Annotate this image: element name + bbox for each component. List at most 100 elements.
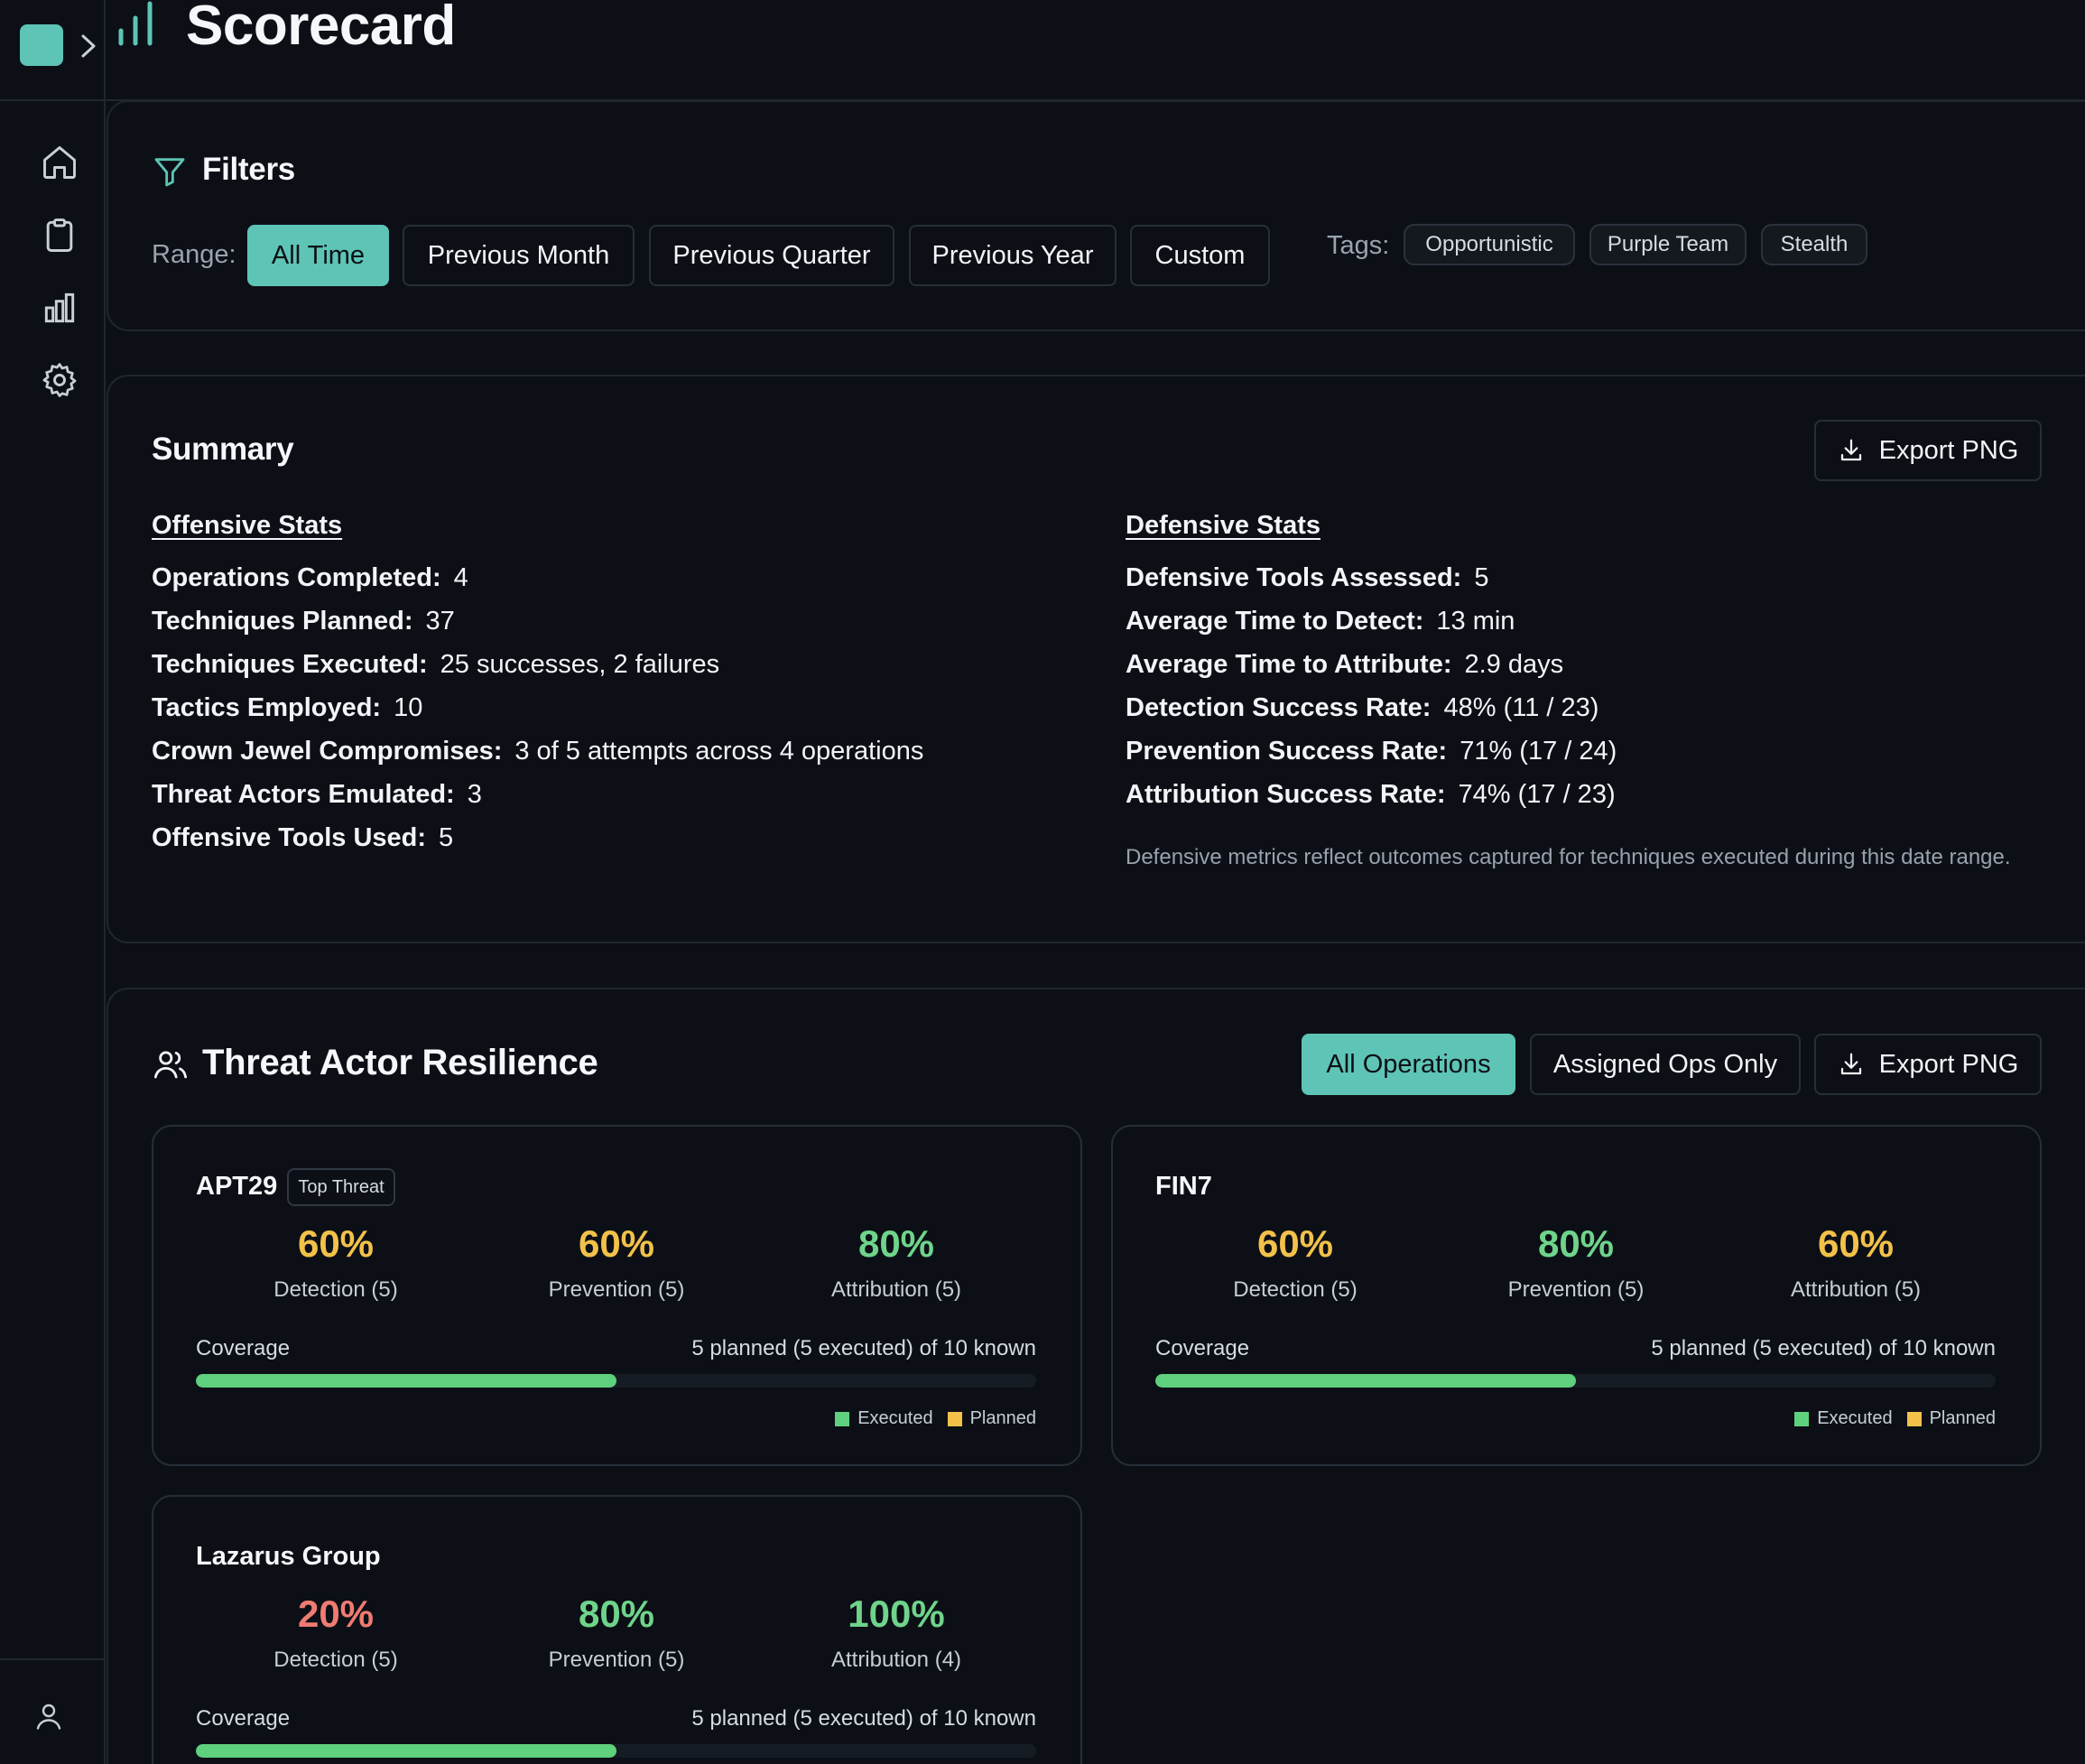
stat-value: 3 of 5 attempts across 4 operations <box>514 737 924 766</box>
filters-title: Filters <box>202 152 295 187</box>
coverage-bar-executed <box>196 1744 616 1758</box>
metric-label: Prevention (5) <box>548 1277 685 1302</box>
metric-value: 60% <box>1256 1222 1334 1265</box>
stat-row: Prevention Success Rate: 71% (17 / 24) <box>1126 733 1617 769</box>
stat-value: 3 <box>467 780 482 809</box>
users-icon <box>153 1051 188 1079</box>
defensive-stats-heading: Defensive Stats <box>1126 511 1320 540</box>
filter-icon <box>154 158 185 187</box>
bar-chart-icon[interactable] <box>40 288 79 328</box>
stat-value: 5 <box>439 823 454 852</box>
legend-executed: Executed <box>1794 1408 1893 1429</box>
stat-label: Techniques Planned: <box>152 607 413 636</box>
coverage-label: Coverage <box>1155 1336 1250 1360</box>
metric-value: 80% <box>1537 1222 1615 1265</box>
range-all-time-button[interactable]: All Time <box>247 225 389 286</box>
tag-purple-team[interactable]: Purple Team <box>1589 224 1747 265</box>
stat-label: Tactics Employed: <box>152 693 382 722</box>
coverage-legend: Executed Planned <box>820 1408 1036 1429</box>
coverage-legend: Executed Planned <box>1780 1408 1996 1429</box>
legend-swatch-executed <box>1794 1411 1810 1426</box>
stat-value: 13 min <box>1436 607 1515 636</box>
stat-row: Detection Success Rate: 48% (11 / 23) <box>1126 690 1598 726</box>
metric-label: Detection (5) <box>273 1648 398 1672</box>
stat-row: Defensive Tools Assessed: 5 <box>1126 560 1488 596</box>
export-label: Export PNG <box>1878 435 2019 465</box>
coverage-bar <box>196 1744 1036 1758</box>
metric-label: Attribution (4) <box>830 1648 962 1672</box>
range-custom-button[interactable]: Custom <box>1130 225 1270 286</box>
download-icon <box>1840 1053 1861 1075</box>
stat-value: 5 <box>1474 563 1489 592</box>
stat-value: 71% (17 / 24) <box>1460 737 1617 766</box>
coverage-bar-executed <box>1155 1374 1576 1388</box>
range-previous-quarter-button[interactable]: Previous Quarter <box>649 225 894 286</box>
resilience-export-png-button[interactable]: Export PNG <box>1814 1034 2042 1095</box>
all-operations-toggle[interactable]: All Operations <box>1302 1034 1515 1095</box>
stat-row: Techniques Planned: 37 <box>152 603 455 639</box>
coverage-bar <box>1155 1374 1996 1388</box>
legend-planned: Planned <box>1906 1408 1996 1429</box>
legend-swatch-executed <box>835 1411 850 1426</box>
stat-label: Defensive Tools Assessed: <box>1126 563 1462 592</box>
coverage-label: Coverage <box>196 1706 291 1731</box>
gear-icon[interactable] <box>40 360 79 400</box>
user-icon[interactable] <box>32 1700 65 1732</box>
range-label: Range: <box>152 240 236 269</box>
clipboard-icon[interactable] <box>40 216 79 255</box>
legend-planned-label: Planned <box>969 1408 1036 1428</box>
download-icon <box>1840 439 1861 461</box>
metric-value: 60% <box>297 1222 375 1265</box>
chevron-right-icon[interactable] <box>78 32 99 60</box>
legend-executed-label: Executed <box>1817 1408 1893 1428</box>
filters-panel <box>107 100 2085 331</box>
metric-value: 100% <box>848 1592 945 1635</box>
stat-value: 48% (11 / 23) <box>1443 693 1599 722</box>
actor-name: Lazarus Group <box>196 1542 381 1571</box>
metric-label: Attribution (5) <box>1790 1277 1922 1302</box>
stat-row: Threat Actors Emulated: 3 <box>152 776 482 812</box>
metric-label: Prevention (5) <box>1507 1277 1645 1302</box>
resilience-title: Threat Actor Resilience <box>202 1043 598 1082</box>
rail-divider <box>0 1658 106 1660</box>
assigned-ops-only-toggle[interactable]: Assigned Ops Only <box>1530 1034 1801 1095</box>
stat-value: 25 successes, 2 failures <box>440 650 720 679</box>
app-logo[interactable] <box>20 24 63 66</box>
coverage-bar <box>196 1374 1036 1388</box>
tag-stealth[interactable]: Stealth <box>1761 224 1867 265</box>
legend-planned: Planned <box>947 1408 1036 1429</box>
stat-row: Offensive Tools Used: 5 <box>152 820 453 856</box>
metric-label: Prevention (5) <box>548 1648 685 1672</box>
stat-label: Average Time to Attribute: <box>1126 650 1452 679</box>
stat-value: 74% (17 / 23) <box>1458 780 1616 809</box>
actor-name: FIN7 <box>1155 1172 1212 1201</box>
stat-row: Tactics Employed: 10 <box>152 690 422 726</box>
home-icon[interactable] <box>40 143 79 182</box>
stat-label: Threat Actors Emulated: <box>152 780 455 809</box>
stat-label: Operations Completed: <box>152 563 441 592</box>
legend-swatch-planned <box>947 1411 962 1426</box>
stat-row: Attribution Success Rate: 74% (17 / 23) <box>1126 776 1616 812</box>
stat-row: Operations Completed: 4 <box>152 560 468 596</box>
top-threat-badge: Top Threat <box>287 1168 395 1206</box>
summary-export-png-button[interactable]: Export PNG <box>1814 420 2042 481</box>
scorecard-chart-icon <box>118 1 153 46</box>
stat-label: Offensive Tools Used: <box>152 823 427 852</box>
stat-value: 4 <box>453 563 468 592</box>
metric-value: 80% <box>857 1222 935 1265</box>
coverage-bar-executed <box>196 1374 616 1388</box>
legend-swatch-planned <box>1906 1411 1922 1426</box>
rail-divider <box>0 99 106 101</box>
coverage-text: 5 planned (5 executed) of 10 known <box>691 1336 1036 1360</box>
metric-value: 60% <box>1817 1222 1895 1265</box>
stat-label: Techniques Executed: <box>152 650 428 679</box>
legend-planned-label: Planned <box>1929 1408 1996 1428</box>
metric-label: Attribution (5) <box>830 1277 962 1302</box>
stat-label: Crown Jewel Compromises: <box>152 737 503 766</box>
range-previous-month-button[interactable]: Previous Month <box>403 225 635 286</box>
metric-value: 80% <box>578 1592 655 1635</box>
range-previous-year-button[interactable]: Previous Year <box>909 225 1117 286</box>
metric-value: 20% <box>297 1592 375 1635</box>
tag-opportunistic[interactable]: Opportunistic <box>1404 224 1575 265</box>
stat-row: Techniques Executed: 25 successes, 2 fail… <box>152 646 719 682</box>
